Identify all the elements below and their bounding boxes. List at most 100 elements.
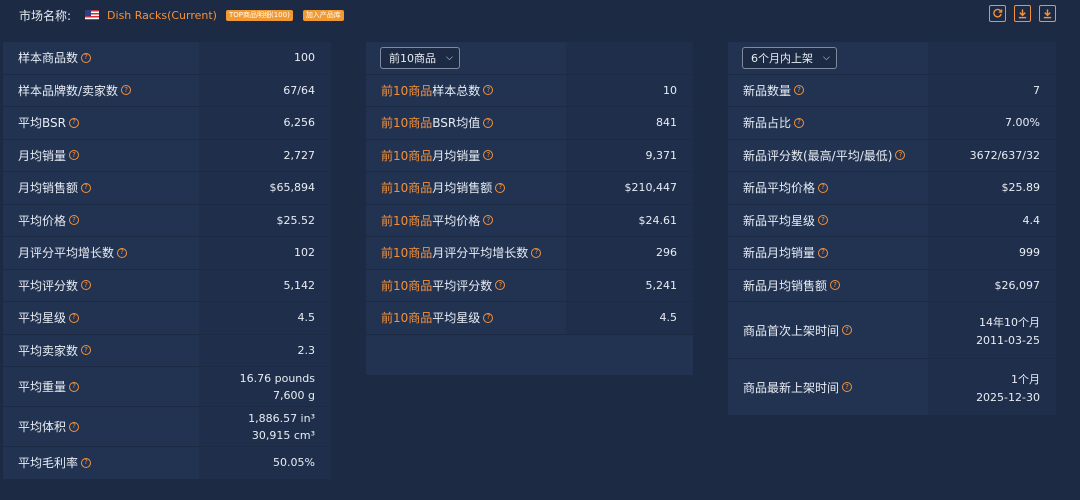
panel-filler: [366, 334, 693, 375]
top10-select[interactable]: 前10商品 ⌵: [380, 46, 460, 69]
stat-row: 前10商品 月评分平均增长数? 296: [366, 237, 693, 270]
help-icon[interactable]: ?: [121, 85, 132, 96]
stat-row: 新品平均星级? 4.4: [728, 204, 1056, 237]
stat-label: 平均体积: [18, 420, 67, 434]
help-icon[interactable]: ?: [818, 215, 829, 226]
stat-value-cell: 5,142: [199, 269, 331, 301]
stat-value-cell: 67/64: [199, 74, 331, 106]
new-products-select[interactable]: 6个月内上架 ⌵: [742, 46, 837, 69]
stat-value: $65,894: [269, 181, 316, 195]
stat-value-cell: 4.5: [566, 302, 693, 334]
market-name-link[interactable]: Dish Racks(Current): [107, 9, 217, 22]
stat-value: 296: [656, 246, 677, 260]
stat-row: 平均BSR? 6,256: [3, 107, 331, 140]
help-icon[interactable]: ?: [483, 312, 494, 323]
help-icon[interactable]: ?: [69, 312, 80, 323]
stat-label-cell: 前10商品 BSR均值?: [366, 107, 566, 139]
stat-value-cell: 7.00%: [928, 107, 1056, 139]
help-icon[interactable]: ?: [842, 325, 853, 335]
stat-label-cell: 平均毛利率?: [3, 447, 199, 479]
help-icon[interactable]: ?: [81, 457, 92, 468]
stat-value-cell: 4.4: [928, 204, 1056, 236]
stat-row: 前10商品 平均评分数? 5,241: [366, 269, 693, 302]
help-icon[interactable]: ?: [69, 381, 80, 392]
stat-row: 月评分平均增长数? 102: [3, 237, 331, 270]
stat-row: 新品月均销量? 999: [728, 237, 1056, 270]
help-icon[interactable]: ?: [69, 421, 80, 432]
stat-value-cell: $25.89: [928, 172, 1056, 204]
stat-row: 平均价格? $25.52: [3, 204, 331, 237]
help-icon[interactable]: ?: [842, 382, 853, 392]
download-icon[interactable]: [1014, 5, 1031, 22]
stat-value: 3672/637/32: [969, 148, 1040, 162]
top-products-button[interactable]: TOP商品明细(100): [225, 9, 293, 21]
help-icon[interactable]: ?: [830, 280, 841, 291]
stat-label: 平均BSR: [18, 116, 66, 131]
stat-value: 4.5: [297, 311, 316, 325]
help-icon[interactable]: ?: [483, 117, 494, 128]
help-icon[interactable]: ?: [69, 150, 80, 161]
stat-label-cell: 商品首次上架时间?: [728, 302, 928, 358]
stat-label: 平均价格: [432, 213, 481, 228]
help-icon[interactable]: ?: [495, 182, 506, 193]
stat-label: 月均销量: [432, 148, 481, 163]
stat-value-cell: $25.52: [199, 204, 331, 236]
help-icon[interactable]: ?: [483, 215, 494, 226]
new-products-select-value: 6个月内上架: [751, 51, 813, 65]
help-icon[interactable]: ?: [818, 247, 829, 258]
stat-value: 6,256: [283, 116, 316, 130]
stat-label-prefix: 前10商品: [381, 116, 433, 131]
help-icon[interactable]: ?: [69, 215, 80, 226]
stat-value-secondary: 2025-12-30: [976, 390, 1040, 404]
stat-row: 平均星级? 4.5: [3, 302, 331, 335]
help-icon[interactable]: ?: [794, 85, 805, 96]
stat-value: 14年10个月: [979, 315, 1040, 329]
stat-value: 4.4: [1022, 213, 1041, 227]
stat-label: 样本品牌数/卖家数: [18, 83, 119, 98]
refresh-icon[interactable]: [989, 5, 1006, 22]
help-icon[interactable]: ?: [794, 117, 805, 128]
stat-label: 新品平均价格: [743, 181, 816, 196]
stat-row: 前10商品 平均星级? 4.5: [366, 302, 693, 335]
download-icon[interactable]: [1039, 5, 1056, 22]
stat-label-cell: 商品最新上架时间?: [728, 359, 928, 415]
header-spacer: [566, 42, 693, 74]
stat-value: 2.3: [297, 343, 316, 357]
stat-value-cell: $210,447: [566, 172, 693, 204]
stat-value-cell: 296: [566, 237, 693, 269]
top10-header-row: 前10商品 ⌵: [366, 42, 693, 75]
stat-label: BSR均值: [432, 116, 481, 131]
help-icon[interactable]: ?: [483, 150, 494, 161]
stat-label-cell: 平均星级?: [3, 302, 199, 334]
help-icon[interactable]: ?: [531, 247, 542, 258]
stat-label-cell: 新品月均销量?: [728, 237, 928, 269]
help-icon[interactable]: ?: [81, 345, 92, 356]
help-icon[interactable]: ?: [81, 182, 92, 193]
market-header: 市场名称: Dish Racks(Current) TOP商品明细(100) 加…: [0, 0, 1080, 30]
stat-value: 16.76 pounds: [239, 371, 315, 385]
market-label: 市场名称:: [19, 8, 72, 23]
stat-label: 平均星级: [18, 311, 67, 326]
stat-value-cell: 50.05%: [199, 447, 331, 479]
help-icon[interactable]: ?: [818, 182, 829, 193]
stat-row: 商品最新上架时间? 1个月 2025-12-30: [728, 359, 1056, 416]
help-icon[interactable]: ?: [895, 150, 906, 161]
help-icon[interactable]: ?: [495, 280, 506, 291]
help-icon[interactable]: ?: [483, 85, 494, 96]
stat-label-cell: 平均体积?: [3, 407, 199, 446]
stat-value: 841: [656, 116, 677, 130]
help-icon[interactable]: ?: [117, 247, 128, 258]
stat-label-cell: 平均重量?: [3, 367, 199, 406]
stat-value-secondary: 30,915 cm³: [251, 428, 315, 442]
help-icon[interactable]: ?: [81, 280, 92, 291]
stat-label: 月评分平均增长数: [432, 246, 529, 261]
help-icon[interactable]: ?: [68, 117, 79, 128]
stat-label-cell: 前10商品 样本总数?: [366, 74, 566, 106]
stat-label: 平均卖家数: [18, 343, 79, 358]
help-icon[interactable]: ?: [81, 52, 92, 63]
stat-value-cell: 999: [928, 237, 1056, 269]
add-to-library-button[interactable]: 加入产品库: [302, 9, 344, 21]
stat-label-prefix: 前10商品: [381, 246, 433, 261]
stat-value: 7.00%: [1005, 116, 1040, 130]
stat-label-cell: 平均价格?: [3, 204, 199, 236]
